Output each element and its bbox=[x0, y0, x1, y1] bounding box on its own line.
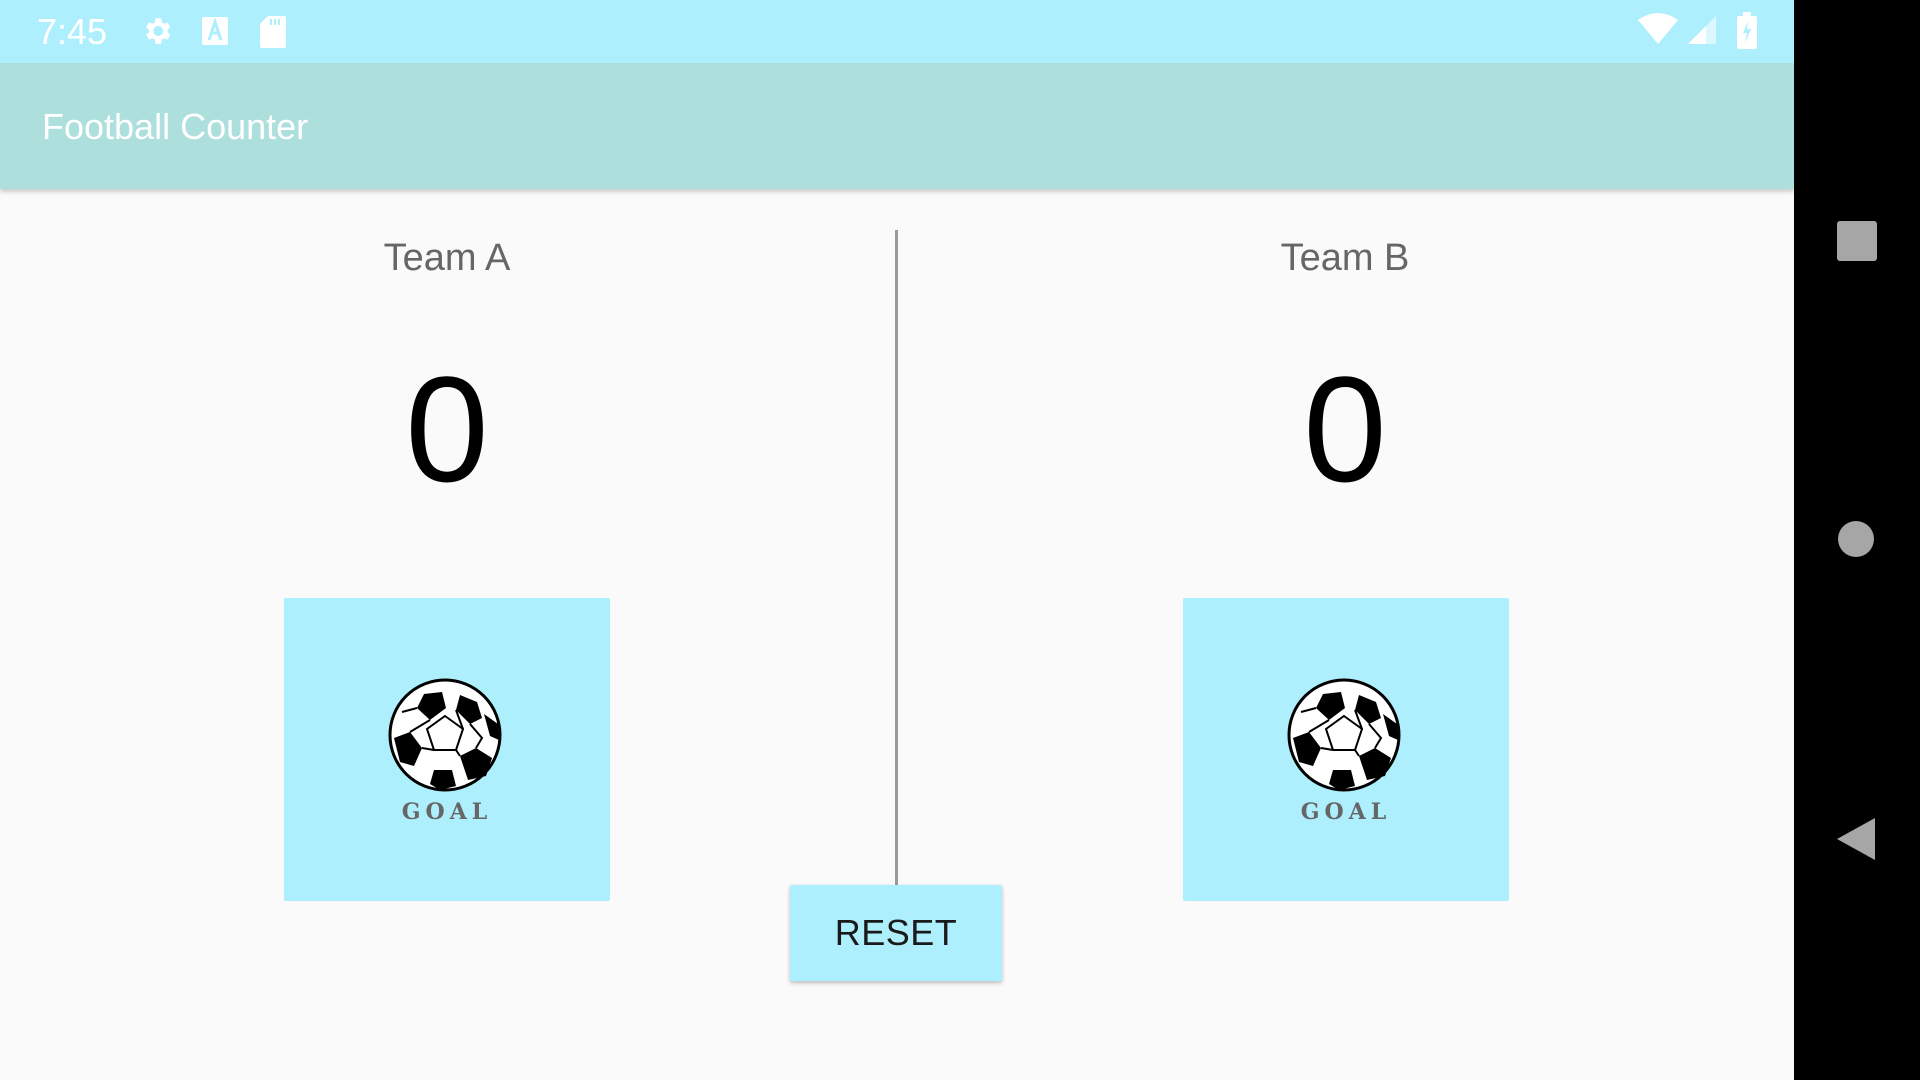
reset-button[interactable]: RESET bbox=[790, 885, 1002, 981]
recents-square-icon bbox=[1837, 221, 1877, 261]
status-time: 7:45 bbox=[37, 11, 108, 52]
goal-label: GOAL bbox=[1301, 799, 1392, 825]
soccer-ball-icon: GOAL bbox=[1287, 678, 1401, 825]
sd-card-icon bbox=[258, 14, 288, 55]
team-b-name: Team B bbox=[1280, 237, 1410, 279]
gear-icon bbox=[140, 14, 174, 53]
home-circle-icon bbox=[1838, 521, 1874, 557]
back-button[interactable] bbox=[1794, 778, 1920, 898]
main-content: Team A 0 GOAL Team B 0 GOAL RESET bbox=[0, 189, 1794, 1080]
team-b-goal-button[interactable]: GOAL bbox=[1183, 598, 1509, 901]
app-title: Football Counter bbox=[42, 106, 309, 147]
font-a-icon bbox=[200, 14, 230, 53]
soccer-ball-icon: GOAL bbox=[388, 678, 502, 825]
recents-button[interactable] bbox=[1794, 181, 1920, 301]
team-b-score: 0 bbox=[1303, 345, 1387, 513]
team-a-score: 0 bbox=[405, 345, 489, 513]
home-button[interactable] bbox=[1794, 480, 1920, 600]
cell-signal-icon bbox=[1686, 14, 1718, 51]
team-a-name: Team A bbox=[383, 237, 511, 279]
goal-label: GOAL bbox=[402, 799, 493, 825]
navigation-bar bbox=[1794, 0, 1920, 1080]
app-bar: Football Counter bbox=[0, 63, 1794, 189]
back-triangle-icon bbox=[1837, 818, 1875, 860]
team-divider bbox=[895, 230, 898, 900]
battery-charging-icon bbox=[1736, 12, 1758, 55]
wifi-icon bbox=[1636, 12, 1680, 51]
status-bar: 7:45 bbox=[0, 0, 1794, 63]
team-a-goal-button[interactable]: GOAL bbox=[284, 598, 610, 901]
